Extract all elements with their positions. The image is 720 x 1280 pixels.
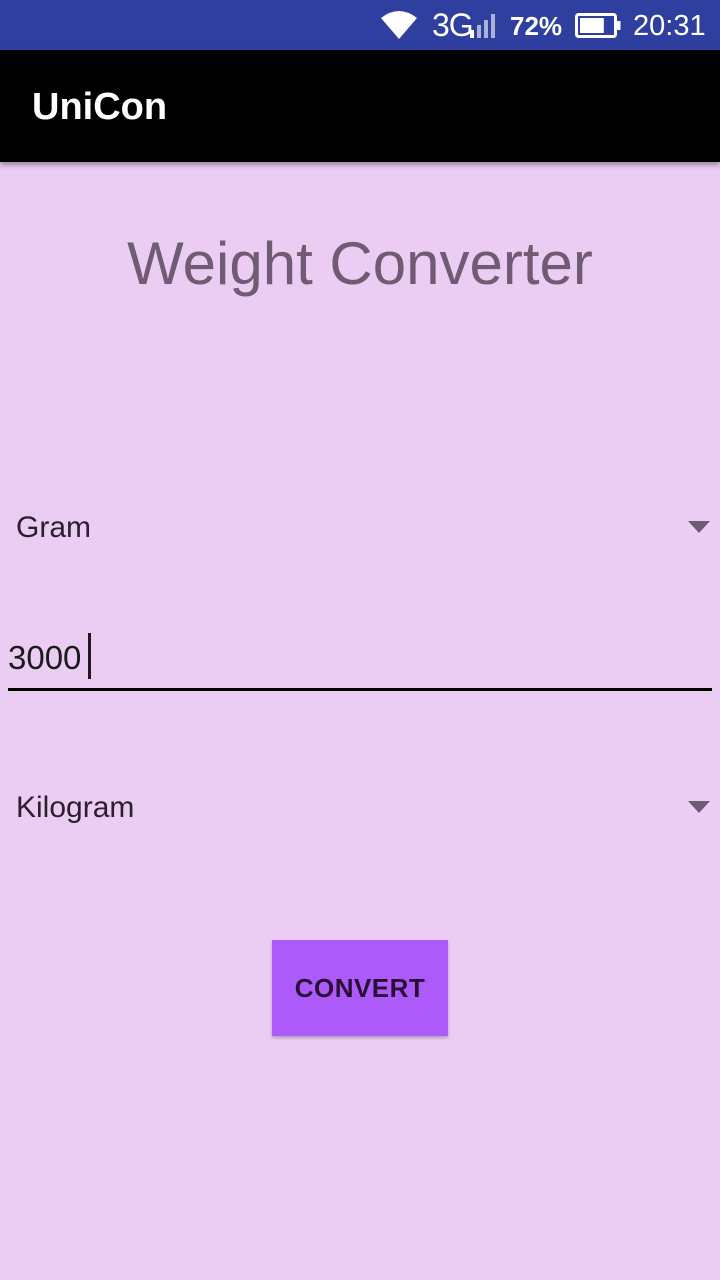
dropdown-arrow-icon	[688, 521, 710, 533]
status-clock: 20:31	[633, 10, 706, 42]
network-type-label: 3G	[432, 7, 474, 43]
text-cursor	[88, 633, 91, 679]
amount-value: 3000	[8, 639, 82, 676]
status-bar: 3G 72% 20:31	[0, 0, 720, 50]
amount-input[interactable]: 3000	[8, 628, 712, 691]
dropdown-arrow-icon	[688, 801, 710, 813]
convert-button[interactable]: CONVERT	[272, 940, 448, 1036]
app-title: UniCon	[32, 86, 168, 128]
from-unit-selected: Gram	[16, 511, 91, 544]
app-bar: UniCon	[0, 50, 720, 162]
battery-percentage: 72%	[510, 11, 563, 41]
from-unit-spinner[interactable]: Gram	[0, 488, 720, 568]
wifi-icon	[381, 11, 417, 39]
to-unit-selected: Kilogram	[16, 791, 135, 824]
page-title: Weight Converter	[127, 230, 593, 297]
to-unit-spinner[interactable]: Kilogram	[0, 768, 720, 848]
signal-icon	[470, 14, 495, 38]
battery-icon	[575, 13, 621, 38]
